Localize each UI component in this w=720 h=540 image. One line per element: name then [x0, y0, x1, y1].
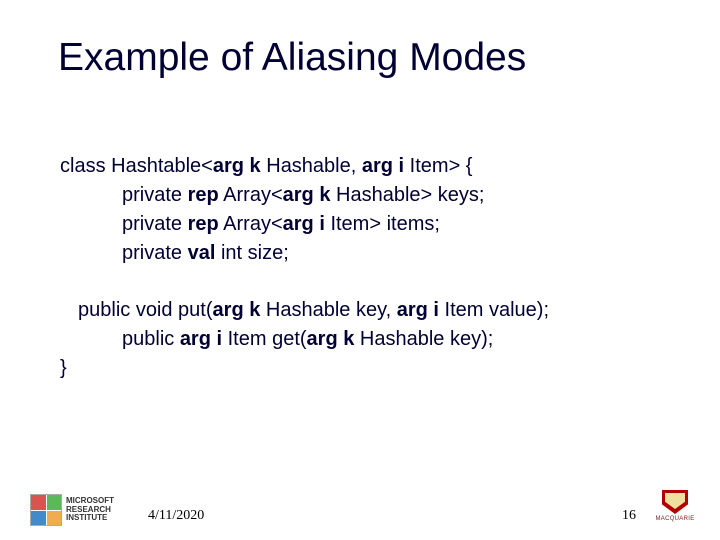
code-keyword: rep	[188, 213, 219, 235]
macquarie-logo: MACQUARIE	[644, 490, 706, 532]
microsoft-research-logo: MICROSOFT RESEARCH INSTITUTE	[30, 490, 140, 530]
code-text: Hashable> keys;	[330, 184, 484, 206]
code-text: Item get(	[222, 328, 306, 350]
code-text: private	[122, 184, 188, 206]
code-text: Item> {	[404, 155, 472, 177]
code-text: int size;	[215, 242, 288, 264]
code-text: public void put(	[78, 299, 213, 321]
footer: MICROSOFT RESEARCH INSTITUTE 4/11/2020 1…	[0, 482, 720, 540]
code-text: Hashable key);	[354, 328, 493, 350]
microsoft-icon	[30, 494, 62, 526]
code-line: private rep Array<arg k Hashable> keys;	[122, 181, 680, 210]
code-keyword: arg i	[397, 299, 439, 321]
code-line: class Hashtable<arg k Hashable, arg i It…	[60, 152, 680, 181]
logo-text: MICROSOFT RESEARCH INSTITUTE	[66, 497, 114, 522]
code-line: public void put(arg k Hashable key, arg …	[78, 296, 680, 325]
code-text: Array<	[219, 213, 283, 235]
code-text: Array<	[219, 184, 283, 206]
code-text: private	[122, 213, 188, 235]
code-text: public	[122, 328, 180, 350]
code-text: private	[122, 242, 188, 264]
code-text: Item value);	[439, 299, 549, 321]
code-text: class Hashtable<	[60, 155, 213, 177]
code-keyword: arg k	[213, 299, 261, 321]
code-keyword: arg k	[307, 328, 355, 350]
code-keyword: val	[188, 242, 216, 264]
logo-text-line: INSTITUTE	[66, 514, 114, 522]
page-number: 16	[622, 508, 636, 524]
code-keyword: arg i	[362, 155, 404, 177]
code-keyword: rep	[188, 184, 219, 206]
slide: Example of Aliasing Modes class Hashtabl…	[0, 0, 720, 540]
code-line: private rep Array<arg i Item> items;	[122, 210, 680, 239]
code-line: }	[60, 354, 680, 383]
code-line: public arg i Item get(arg k Hashable key…	[122, 325, 680, 354]
code-keyword: arg i	[180, 328, 222, 350]
code-keyword: arg i	[283, 213, 325, 235]
footer-date: 4/11/2020	[148, 508, 204, 524]
slide-title: Example of Aliasing Modes	[58, 36, 526, 80]
code-keyword: arg k	[213, 155, 261, 177]
shield-icon	[662, 490, 688, 514]
code-text: Hashable key,	[260, 299, 396, 321]
code-body: class Hashtable<arg k Hashable, arg i It…	[60, 152, 680, 383]
code-text: Hashable,	[261, 155, 362, 177]
code-line: private val int size;	[122, 239, 680, 268]
code-keyword: arg k	[283, 184, 331, 206]
logo-text: MACQUARIE	[655, 516, 694, 522]
code-text: Item> items;	[325, 213, 440, 235]
